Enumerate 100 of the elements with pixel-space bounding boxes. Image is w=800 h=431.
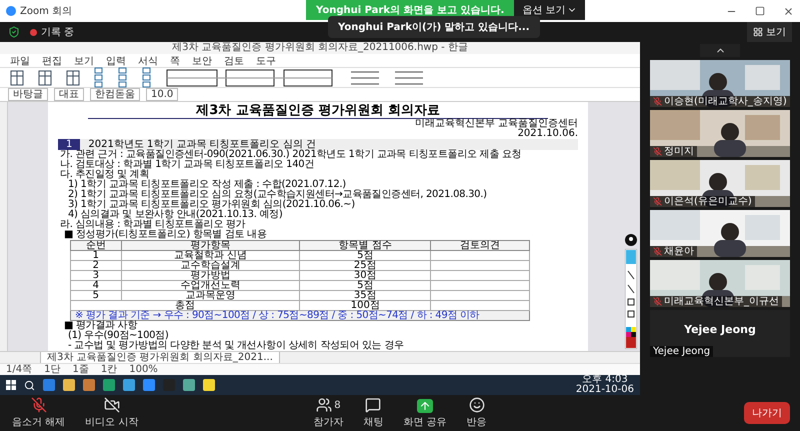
format-field[interactable]: 바탕글 [8, 88, 48, 101]
table-cell: 2 [70, 260, 122, 270]
document-text: 미래교육혁신본부 교육품질인증센터 [414, 119, 578, 129]
document-text: ■ 평가결과 사항 [63, 321, 138, 331]
status-text: 1줄 [72, 364, 89, 375]
video-off-icon [104, 397, 120, 413]
document-text: 2021.10.06. [516, 129, 578, 139]
table-cell: 교육철학과 신념 [121, 250, 300, 260]
participants-icon [316, 397, 332, 413]
menu-item[interactable]: 쪽 [170, 54, 180, 68]
document-text: 3) 1학기 교과목 티칭포트폴리오 평가위원회 심의(2021.10.06.~) [67, 200, 356, 210]
table-cell: 3 [70, 270, 122, 280]
participant-name: 이승현(미래교학사_송지영) [650, 96, 790, 107]
format-field[interactable]: 10.0 [146, 88, 178, 101]
document-text: 다. 추진일정 및 계획 [59, 170, 150, 180]
pin-icon[interactable] [625, 234, 637, 246]
document-title: 제3차 교육품질인증 평가위원회 회의자료 [88, 104, 548, 119]
share-screen-icon [417, 399, 433, 413]
checkbox-list-icon[interactable] [118, 66, 128, 88]
view-button[interactable]: 보기 [747, 22, 792, 42]
close-icon[interactable] [783, 6, 794, 16]
participant-name: 미래교육혁신본부_이규선 [650, 296, 782, 307]
section-title: 2021학년도 1학기 교과목 티칭포트폴리오 심의 건 [88, 139, 316, 150]
leave-button[interactable]: 나가기 [744, 402, 790, 424]
document-text: ■ 정성평가(티칭포트폴리오) 항목별 검토 내용 [63, 230, 268, 240]
table-cell: 교과목운영 [121, 290, 300, 300]
format-field[interactable]: 대표 [54, 88, 84, 101]
table-cell: 4 [70, 280, 122, 290]
grid-icon [753, 27, 763, 37]
menu-item[interactable]: 검토 [224, 54, 244, 68]
table-cell: 평가방법 [121, 270, 300, 280]
format-field[interactable]: 한컴돋움 [90, 88, 140, 101]
maximize-icon[interactable] [755, 6, 765, 16]
zoom-logo-icon [6, 6, 16, 16]
smile-icon [468, 397, 485, 413]
chat-icon [365, 397, 382, 413]
participant-name: 이은석(유은미교수) [650, 196, 755, 207]
shield-icon[interactable] [8, 26, 20, 38]
table-cell: 30점 [300, 270, 431, 280]
document-text: 2) 1학기 교과목 티칭포트폴리오 심의 요청(교수학습지원센터→교육품질인증센터, 2021.08.30.) [67, 190, 488, 200]
windows-logo-icon[interactable] [6, 380, 16, 390]
document-text: 라. 심의내용 : 학과별 티칭포트폴리오 평가 [59, 220, 246, 230]
toolbar-button[interactable]: 8 참가자 [311, 397, 346, 429]
search-icon[interactable] [24, 380, 35, 390]
table-cell: 수업개선노력 [121, 280, 300, 290]
speaker-toast: Yonghui Park이(가) 말하고 있습니다... [328, 16, 540, 38]
window-title: Zoom 회의 [20, 5, 72, 18]
toolbar-button[interactable]: 채팅 [361, 397, 386, 429]
participant-name: 채윤아 [650, 246, 697, 257]
table-cell: 35점 [300, 290, 431, 300]
table-header: 항목별 점수 [300, 240, 431, 250]
participant-count: 8 [334, 400, 341, 410]
table-cell: 교수학습설계 [121, 260, 300, 270]
document-text: 1) 1학기 교과목 티칭포트폴리오 작성 제출 : 수합(2021.07.12.) [67, 180, 346, 190]
table-icon[interactable] [38, 70, 52, 86]
participant-name: 정미지 [650, 146, 697, 157]
participant-display-name: Yejee Jeong [683, 323, 757, 336]
toolbar-button[interactable]: 화면 공유 [401, 399, 449, 429]
status-text: 100% [129, 364, 158, 375]
table-cell: 5 [70, 290, 122, 300]
view-options-button[interactable]: 옵션 보기 [514, 0, 586, 20]
menu-item[interactable]: 보기 [74, 54, 94, 68]
participant-name: Yejee Jeong [650, 346, 714, 357]
toolbar-button[interactable]: 반응 [464, 397, 489, 429]
checkbox-list-icon[interactable] [142, 66, 152, 88]
table-icon[interactable] [66, 70, 80, 86]
document-text: 나. 검토대상 : 학과별 1학기 교과목 티칭포트폴리오 140건 [59, 160, 316, 170]
toolbar-button[interactable]: 음소거 해제 [10, 397, 68, 429]
document-text: (1) 우수(90점~100점) [67, 331, 170, 341]
menu-item[interactable]: 서식 [138, 54, 158, 68]
table-cell: 25점 [300, 260, 431, 270]
document-text: 가. 관련 근거 : 교육품질인증센터-090(2021.06.30.) 2021학년도 1학기 교과목 티칭포트폴리오 제출 요청 [59, 150, 522, 160]
table-legend: ※ 평가 결과 기준 → 우수 : 90점~100점 / 상 : 75점~89점 / 중 : 50점~74점 / 하 : 49점 이하 [70, 310, 530, 320]
toolbar-button[interactable]: 비디오 시작 [83, 397, 140, 429]
checkbox-list-icon[interactable] [94, 66, 104, 88]
menu-item[interactable]: 보안 [192, 54, 212, 68]
status-text: 1단 [44, 364, 60, 375]
section-number: 1 [58, 139, 80, 150]
document-text: 4) 심의결과 및 보완사항 안내(2021.10.13. 예정) [68, 210, 284, 220]
table-header: 평가항목 [121, 240, 300, 250]
menu-item[interactable]: 도구 [256, 54, 276, 68]
table-icon[interactable] [10, 70, 24, 86]
status-text: 1칸 [100, 364, 118, 375]
muted-mic-icon [30, 397, 47, 413]
menu-item[interactable]: 파일 [10, 54, 30, 68]
table-header: 순번 [70, 240, 122, 250]
status-text: 1/4쪽 [6, 364, 32, 375]
table-cell: 5점 [300, 280, 431, 290]
document-window-title: 제3차 교육품질인증 평가위원회 회의자료_20211006.hwp - 한글 [0, 42, 640, 54]
taskbar-date: 2021-10-06 [576, 385, 634, 395]
recording-indicator[interactable]: 기록 중 [30, 25, 74, 39]
document-text: - 교수법 및 평가방법의 다양한 분석 및 개선사항이 상세히 작성되어 있는 경우 [67, 341, 405, 351]
menu-item[interactable]: 편집 [42, 54, 62, 68]
table-cell: 5점 [300, 250, 431, 260]
table-header: 검토의견 [430, 240, 530, 250]
table-cell: 1 [70, 250, 122, 260]
annotation-palette-drawing[interactable] [625, 249, 637, 349]
taskbar-time: 오후 4:03 [582, 375, 628, 385]
menu-item[interactable]: 입력 [106, 54, 126, 68]
sheet-tab[interactable]: 제3차 교육품질인증 평가위원회 회의자료_2021... [40, 352, 280, 363]
